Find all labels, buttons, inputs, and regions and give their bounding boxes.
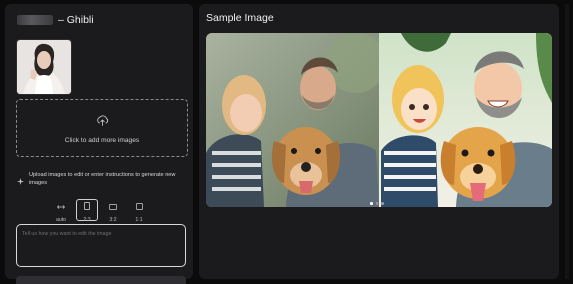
carousel-dot[interactable] xyxy=(381,202,384,205)
hint-text: Upload images to edit or enter instructi… xyxy=(29,172,176,186)
sparkle-icon xyxy=(17,172,24,190)
app-title: – Ghibli xyxy=(17,12,94,28)
ratio-option-3-2[interactable]: 3:2 xyxy=(102,197,124,223)
upload-label: Click to add more images xyxy=(64,136,140,144)
ratio-label-1-1: 1:1 xyxy=(135,217,143,223)
sample-title: Sample Image xyxy=(206,12,274,24)
carousel-indicators xyxy=(370,202,384,205)
instruction-hint: Upload images to edit or enter instructi… xyxy=(17,172,185,190)
ratio-label-2-3: 2:3 xyxy=(83,217,91,223)
aspect-square-icon xyxy=(135,197,143,215)
ratio-option-auto[interactable]: auto xyxy=(50,197,72,223)
ratio-label-auto: auto xyxy=(55,217,67,223)
ratio-option-1-1[interactable]: 1:1 xyxy=(128,197,150,223)
ratio-label-3-2: 3:2 xyxy=(109,217,117,223)
upload-dropzone[interactable]: Click to add more images xyxy=(16,99,188,157)
aspect-portrait-icon xyxy=(84,197,90,215)
sample-panel: Sample Image xyxy=(199,4,559,279)
ratio-option-2-3[interactable]: 2:3 xyxy=(76,197,98,223)
aspect-auto-icon xyxy=(57,197,65,215)
carousel-dot[interactable] xyxy=(375,202,378,205)
editor-panel: – Ghibli Click to add more images Upload… xyxy=(5,4,193,284)
generate-button[interactable] xyxy=(16,276,186,284)
uploaded-image-thumbnail[interactable] xyxy=(16,39,72,95)
prompt-input-box xyxy=(16,224,186,267)
page-scrollbar[interactable] xyxy=(565,4,569,279)
carousel-dot[interactable] xyxy=(370,202,373,205)
prompt-textarea[interactable] xyxy=(17,225,185,266)
aspect-ratio-selector: auto 2:3 3:2 1:1 xyxy=(50,197,150,223)
upload-cloud-icon xyxy=(96,113,109,131)
app-title-text: – Ghibli xyxy=(58,14,94,26)
sample-image xyxy=(206,33,552,207)
redacted-name xyxy=(17,15,53,25)
aspect-landscape-icon xyxy=(109,197,117,215)
